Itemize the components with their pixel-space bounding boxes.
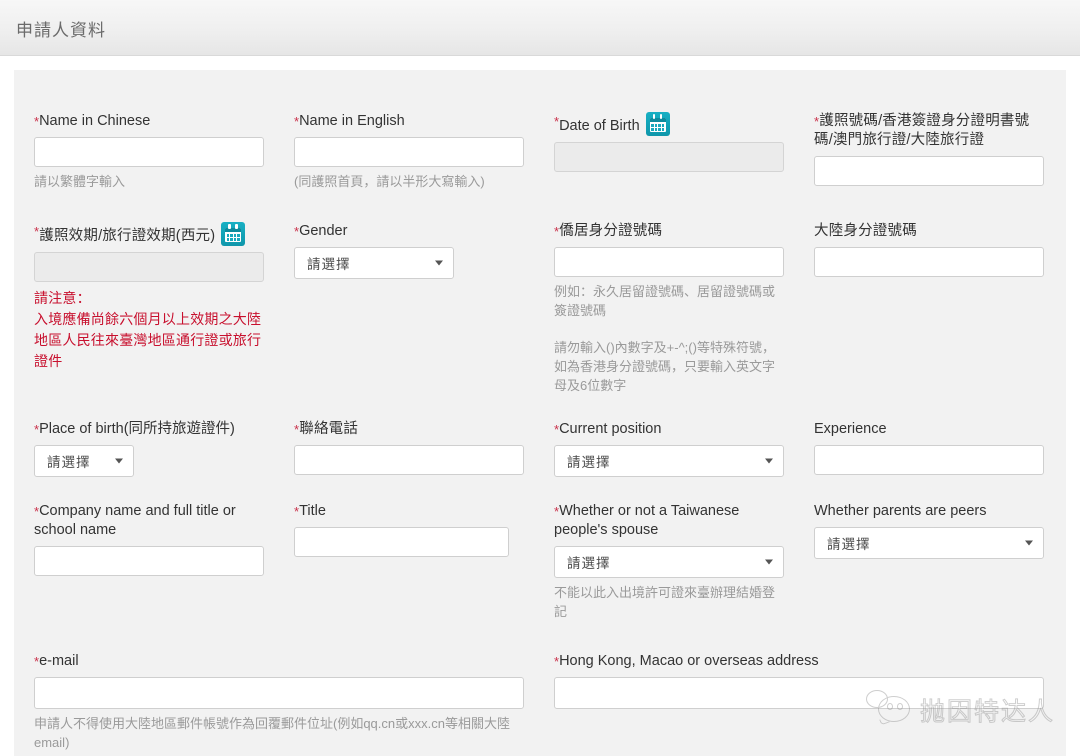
label-place-of-birth: *Place of birth(同所持旅遊證件) bbox=[34, 421, 235, 437]
field-title: *Title bbox=[294, 502, 509, 557]
chevron-down-icon bbox=[765, 559, 773, 565]
hint-name-in-english: (同護照首頁，請以半形大寫輸入) bbox=[294, 174, 485, 189]
passport-validity-input[interactable] bbox=[34, 252, 264, 282]
field-experience: Experience bbox=[814, 420, 1044, 475]
label-name-in-english: *Name in English bbox=[294, 113, 405, 129]
field-overseas-id: *僑居身分證號碼 例如：永久居留證號碼、居留證號碼或簽證號碼 請勿輸入()內數字… bbox=[554, 222, 784, 395]
field-name-in-english: *Name in English (同護照首頁，請以半形大寫輸入) bbox=[294, 112, 524, 191]
calendar-icon[interactable] bbox=[221, 222, 246, 246]
field-taiwanese-spouse: *Whether or not a Taiwanese people's spo… bbox=[554, 502, 784, 621]
hint-email: 申請人不得使用大陸地區郵件帳號作為回覆郵件位址(例如qq.cn或xxx.cn等相… bbox=[34, 716, 510, 750]
field-contact-phone: *聯絡電話 bbox=[294, 420, 524, 475]
hint-taiwanese-spouse: 不能以此入出境許可證來臺辦理結婚登記 bbox=[554, 585, 776, 619]
page-header: 申請人資料 bbox=[0, 0, 1080, 56]
label-date-of-birth: *Date of Birth bbox=[554, 112, 784, 136]
overseas-address-input[interactable] bbox=[554, 677, 1044, 709]
label-current-position: *Current position bbox=[554, 421, 662, 437]
label-name-in-chinese: *Name in Chinese bbox=[34, 113, 151, 129]
chevron-down-icon bbox=[115, 458, 123, 464]
name-in-chinese-input[interactable] bbox=[34, 137, 264, 167]
passport-validity-warning: 請注意： 入境應備尚餘六個月以上效期之大陸地區人民往來臺灣地區通行證或旅行證件 bbox=[34, 290, 262, 369]
field-mainland-id: 大陸身分證號碼 bbox=[814, 222, 1044, 277]
gender-select[interactable]: 請選擇 bbox=[294, 247, 454, 279]
page-title: 申請人資料 bbox=[16, 21, 106, 40]
parents-peers-select-value: 請選擇 bbox=[827, 537, 871, 552]
name-in-english-input[interactable] bbox=[294, 137, 524, 167]
chevron-down-icon bbox=[435, 260, 443, 266]
label-passport-number: *護照號碼/香港簽證身分證明書號碼/澳門旅行證/大陸旅行證 bbox=[814, 113, 1030, 148]
taiwanese-spouse-select-value: 請選擇 bbox=[567, 556, 611, 571]
field-place-of-birth: *Place of birth(同所持旅遊證件) 請選擇 bbox=[34, 420, 264, 477]
label-experience: Experience bbox=[814, 421, 887, 437]
gender-select-value: 請選擇 bbox=[307, 257, 351, 272]
applicant-form-panel: *Name in Chinese 請以繁體字輸入 *Name in Englis… bbox=[14, 70, 1066, 756]
date-of-birth-input[interactable] bbox=[554, 142, 784, 172]
contact-phone-input[interactable] bbox=[294, 445, 524, 475]
field-passport-validity: *護照效期/旅行證效期(西元) 請注意： 入境應備尚餘六個月以上效期之大陸地區人… bbox=[34, 222, 264, 372]
taiwanese-spouse-select[interactable]: 請選擇 bbox=[554, 546, 784, 578]
title-input[interactable] bbox=[294, 527, 509, 557]
hint-overseas-id-format: 請勿輸入()內數字及+-^;()等特殊符號，如為香港身分證號碼，只要輸入英文字母… bbox=[554, 340, 776, 393]
field-passport-number: *護照號碼/香港簽證身分證明書號碼/澳門旅行證/大陸旅行證 bbox=[814, 112, 1044, 186]
label-title: *Title bbox=[294, 503, 326, 519]
label-parents-peers: Whether parents are peers bbox=[814, 503, 987, 519]
current-position-select[interactable]: 請選擇 bbox=[554, 445, 784, 477]
current-position-select-value: 請選擇 bbox=[567, 455, 611, 470]
field-overseas-address: *Hong Kong, Macao or overseas address bbox=[554, 652, 1044, 709]
chevron-down-icon bbox=[765, 458, 773, 464]
field-name-in-chinese: *Name in Chinese 請以繁體字輸入 bbox=[34, 112, 264, 191]
label-contact-phone: *聯絡電話 bbox=[294, 421, 359, 437]
place-of-birth-select-value: 請選擇 bbox=[47, 455, 91, 470]
passport-number-input[interactable] bbox=[814, 156, 1044, 186]
field-gender: *Gender 請選擇 bbox=[294, 222, 454, 279]
field-current-position: *Current position 請選擇 bbox=[554, 420, 784, 477]
label-taiwanese-spouse: *Whether or not a Taiwanese people's spo… bbox=[554, 503, 740, 538]
overseas-id-input[interactable] bbox=[554, 247, 784, 277]
label-gender: *Gender bbox=[294, 223, 348, 239]
label-email: *e-mail bbox=[34, 653, 79, 669]
label-passport-validity: *護照效期/旅行證效期(西元) bbox=[34, 222, 264, 246]
label-overseas-address: *Hong Kong, Macao or overseas address bbox=[554, 653, 819, 669]
field-company-name: *Company name and full title or school n… bbox=[34, 502, 264, 576]
company-name-input[interactable] bbox=[34, 546, 264, 576]
hint-name-in-chinese: 請以繁體字輸入 bbox=[34, 174, 126, 189]
label-overseas-id: *僑居身分證號碼 bbox=[554, 223, 663, 239]
hint-overseas-id-examples: 例如：永久居留證號碼、居留證號碼或簽證號碼 bbox=[554, 284, 776, 318]
field-parents-peers: Whether parents are peers 請選擇 bbox=[814, 502, 1044, 559]
experience-input[interactable] bbox=[814, 445, 1044, 475]
label-mainland-id: 大陸身分證號碼 bbox=[814, 223, 917, 239]
field-email: *e-mail 申請人不得使用大陸地區郵件帳號作為回覆郵件位址(例如qq.cn或… bbox=[34, 652, 524, 752]
calendar-icon[interactable] bbox=[645, 112, 670, 136]
place-of-birth-select[interactable]: 請選擇 bbox=[34, 445, 134, 477]
mainland-id-input[interactable] bbox=[814, 247, 1044, 277]
chevron-down-icon bbox=[1025, 540, 1033, 546]
label-company-name: *Company name and full title or school n… bbox=[34, 503, 236, 538]
field-date-of-birth: *Date of Birth bbox=[554, 112, 784, 172]
parents-peers-select[interactable]: 請選擇 bbox=[814, 527, 1044, 559]
email-input[interactable] bbox=[34, 677, 524, 709]
